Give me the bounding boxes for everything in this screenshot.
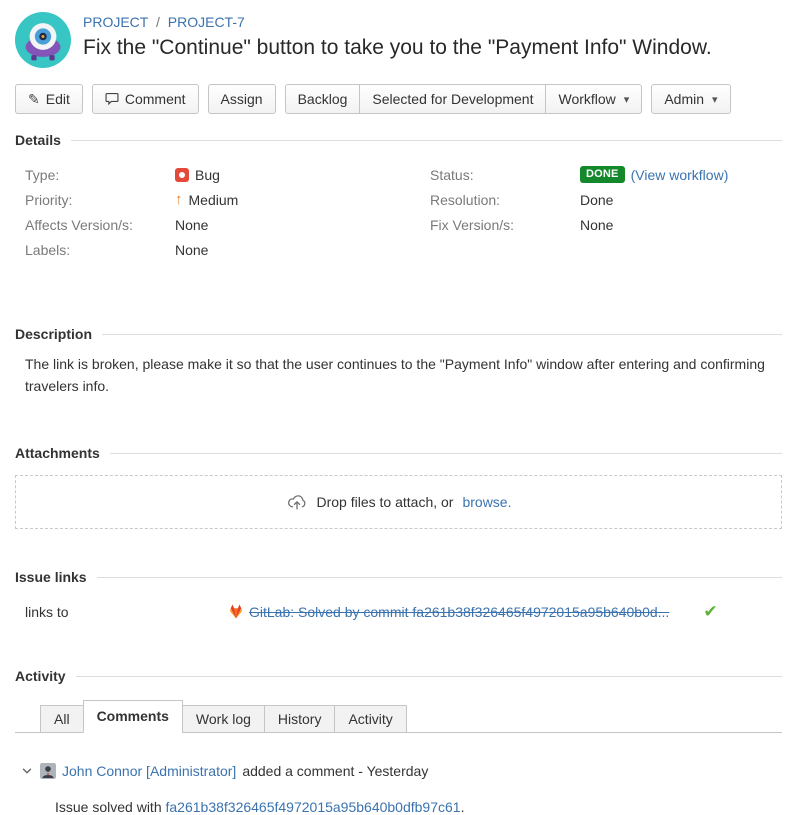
breadcrumb-separator: / <box>156 14 160 30</box>
dropzone-text: Drop files to attach, or <box>317 494 454 510</box>
description-text: The link is broken, please make it so th… <box>25 354 782 397</box>
header-text: PROJECT / PROJECT-7 Fix the "Continue" b… <box>83 12 712 61</box>
assign-button[interactable]: Assign <box>208 84 276 114</box>
project-avatar <box>15 12 71 68</box>
breadcrumb-project-link[interactable]: PROJECT <box>83 14 148 30</box>
description-heading: Description <box>15 326 92 342</box>
issue-page: PROJECT / PROJECT-7 Fix the "Continue" b… <box>0 0 797 815</box>
comment-body: Issue solved with fa261b38f326465f497201… <box>55 799 782 815</box>
priority-label: Priority: <box>25 192 175 208</box>
backlog-button-label: Backlog <box>298 91 348 107</box>
selected-for-development-label: Selected for Development <box>372 91 533 107</box>
issue-link-relation-label: links to <box>25 604 228 620</box>
tab-all[interactable]: All <box>40 705 84 733</box>
workflow-button-label: Workflow <box>558 91 615 107</box>
tab-history[interactable]: History <box>264 705 336 733</box>
breadcrumb-issue-link[interactable]: PROJECT-7 <box>168 14 245 30</box>
comment-button[interactable]: Comment <box>92 84 199 114</box>
status-badge: DONE <box>580 166 625 183</box>
view-workflow-link[interactable]: (View workflow) <box>631 167 729 183</box>
backlog-button[interactable]: Backlog <box>285 84 361 114</box>
field-affects-versions: Affects Version/s: None <box>15 212 420 237</box>
comment-text: Issue solved with <box>55 799 166 815</box>
field-labels: Labels: None <box>15 237 420 262</box>
affects-versions-label: Affects Version/s: <box>25 217 175 233</box>
comment-button-label: Comment <box>125 91 186 107</box>
toolbar: ✎ Edit Comment Assign Backlog Selected f… <box>15 84 782 114</box>
description-heading-rule <box>102 334 782 335</box>
resolution-label: Resolution: <box>430 192 580 208</box>
type-label: Type: <box>25 167 175 183</box>
comment-header: John Connor [Administrator] added a comm… <box>20 763 782 779</box>
issue-links-heading: Issue links <box>15 569 87 585</box>
status-label: Status: <box>430 167 580 183</box>
collapse-chevron-icon[interactable] <box>20 766 34 776</box>
activity-heading: Activity <box>15 668 66 684</box>
chevron-down-icon: ▾ <box>712 93 718 106</box>
activity-heading-rule <box>76 676 782 677</box>
details-left-column: Type: Bug Priority: ↑ Medium Affects Ver… <box>15 162 420 262</box>
tab-work-log[interactable]: Work log <box>182 705 265 733</box>
labels-label: Labels: <box>25 242 175 258</box>
issue-header: PROJECT / PROJECT-7 Fix the "Continue" b… <box>15 12 782 68</box>
selected-for-development-button[interactable]: Selected for Development <box>359 84 546 114</box>
field-resolution: Resolution: Done <box>420 187 782 212</box>
resolved-check-icon: ✔ <box>703 603 717 620</box>
browse-link[interactable]: browse. <box>462 494 511 510</box>
labels-value: None <box>175 242 208 258</box>
comment-author-link[interactable]: John Connor [Administrator] <box>62 763 236 779</box>
admin-button-label: Admin <box>664 91 704 107</box>
details-heading: Details <box>15 132 61 148</box>
project-avatar-icon <box>15 12 71 68</box>
affects-versions-value: None <box>175 217 208 233</box>
field-priority: Priority: ↑ Medium <box>15 187 420 212</box>
issue-link-row: links to GitLab: Solved by commit fa261b… <box>15 603 782 620</box>
description-heading-row: Description <box>15 326 782 342</box>
issue-title: Fix the "Continue" button to take you to… <box>83 35 712 61</box>
bug-type-icon <box>175 168 189 182</box>
breadcrumb: PROJECT / PROJECT-7 <box>83 14 712 30</box>
issue-links-heading-row: Issue links <box>15 569 782 585</box>
details-heading-row: Details <box>15 132 782 148</box>
attachment-dropzone[interactable]: Drop files to attach, or browse. <box>15 475 782 529</box>
fix-versions-value: None <box>580 217 613 233</box>
gitlab-icon <box>228 604 244 619</box>
edit-button[interactable]: ✎ Edit <box>15 84 83 114</box>
workflow-button-group: Backlog Selected for Development Workflo… <box>285 84 643 114</box>
attachments-heading-row: Attachments <box>15 445 782 461</box>
priority-medium-icon: ↑ <box>175 192 183 207</box>
attachments-heading: Attachments <box>15 445 100 461</box>
tab-activity[interactable]: Activity <box>334 705 406 733</box>
activity-tabs-wrap: All Comments Work log History Activity <box>15 700 782 733</box>
issue-links-heading-rule <box>97 577 782 578</box>
details-heading-rule <box>71 140 782 141</box>
comment-text-suffix: . <box>461 799 465 815</box>
edit-button-label: Edit <box>46 91 70 107</box>
field-status: Status: DONE (View workflow) <box>420 162 782 187</box>
commit-hash-link[interactable]: fa261b38f326465f4972015a95b640b0dfb97c61 <box>166 799 461 815</box>
fix-versions-label: Fix Version/s: <box>430 217 580 233</box>
workflow-dropdown-button[interactable]: Workflow ▾ <box>545 84 642 114</box>
field-fix-versions: Fix Version/s: None <box>420 212 782 237</box>
pencil-icon: ✎ <box>28 92 40 106</box>
details-right-column: Status: DONE (View workflow) Resolution:… <box>420 162 782 262</box>
details-section: Type: Bug Priority: ↑ Medium Affects Ver… <box>15 162 782 262</box>
user-avatar <box>40 763 56 779</box>
resolution-value: Done <box>580 192 613 208</box>
comment-meta: added a comment - Yesterday <box>242 763 428 779</box>
priority-value: Medium <box>189 192 239 208</box>
admin-dropdown-button[interactable]: Admin ▾ <box>651 84 730 114</box>
upload-cloud-icon <box>286 491 308 513</box>
chevron-down-icon: ▾ <box>624 93 630 106</box>
comment-bubble-icon <box>105 92 119 106</box>
field-type: Type: Bug <box>15 162 420 187</box>
tab-comments[interactable]: Comments <box>83 700 183 733</box>
type-value: Bug <box>195 167 220 183</box>
attachments-heading-rule <box>110 453 782 454</box>
activity-tabs: All Comments Work log History Activity <box>15 700 782 733</box>
assign-button-label: Assign <box>221 91 263 107</box>
gitlab-commit-link[interactable]: GitLab: Solved by commit fa261b38f326465… <box>249 604 669 620</box>
activity-heading-row: Activity <box>15 668 782 684</box>
